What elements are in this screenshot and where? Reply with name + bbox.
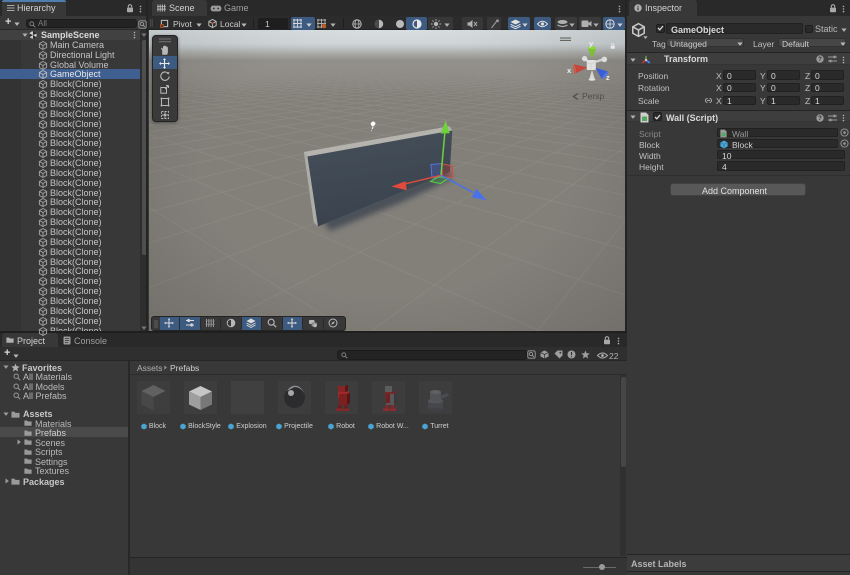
svg-text:?: ? <box>818 116 822 122</box>
svg-text:?: ? <box>818 57 822 63</box>
